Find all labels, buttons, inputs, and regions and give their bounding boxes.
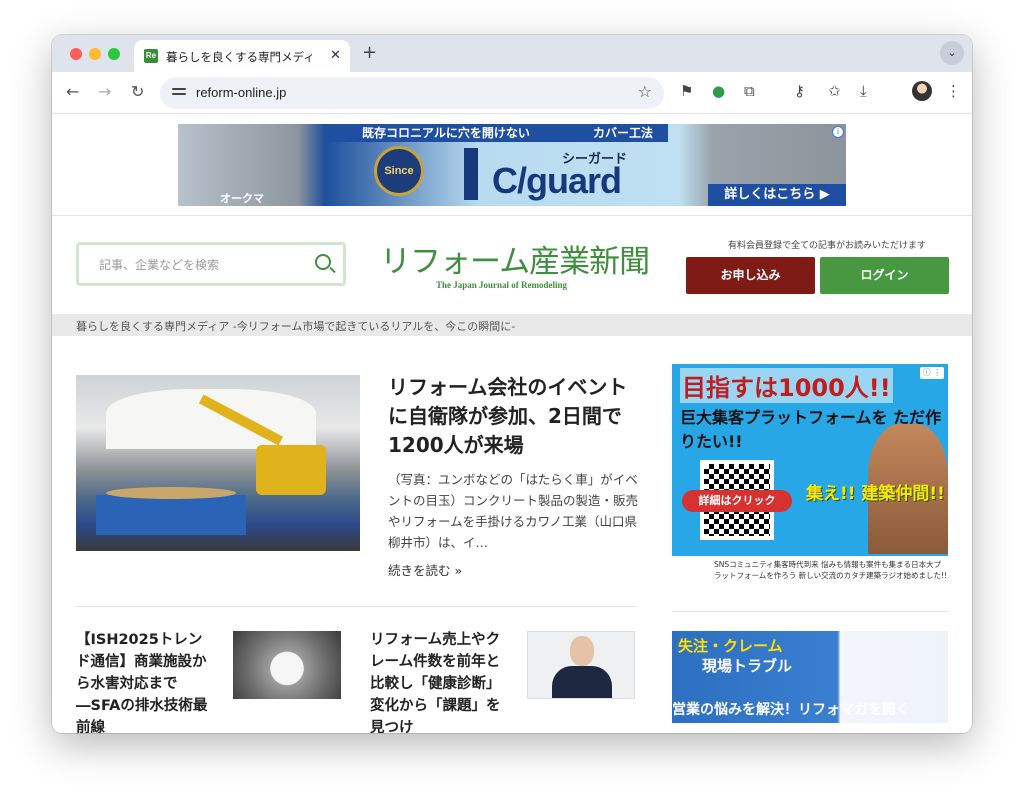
tab-strip: Re 暮らしを良くする専門メディア - ✕ + ⌄ — [52, 35, 972, 72]
search-box[interactable]: 記事、企業などを検索 — [76, 242, 346, 286]
close-window-button[interactable] — [70, 48, 82, 60]
photo-excavator-cab — [256, 445, 326, 495]
hero-article-excerpt: （写真：ユンボなどの「はたらく車」がイベントの目玉）コンクリート製品の製造・販売… — [388, 472, 639, 550]
maximize-window-button[interactable] — [108, 48, 120, 60]
article-card-thumbnail[interactable] — [233, 631, 341, 699]
browser-window: Re 暮らしを良くする専門メディア - ✕ + ⌄ ← → ↻ reform-o… — [52, 35, 972, 733]
apply-button[interactable]: お申し込み — [686, 257, 815, 294]
portrait-body — [552, 666, 612, 698]
tab-search-button[interactable]: ⌄ — [940, 41, 964, 65]
membership-note: 有料会員登録で全ての記事がお読みいただけます — [728, 241, 927, 251]
portrait-head — [570, 636, 594, 666]
search-input[interactable]: 記事、企業などを検索 — [99, 256, 219, 273]
ad-cta-button[interactable]: 詳しくはこちら ▶ — [708, 184, 846, 206]
active-tab[interactable]: Re 暮らしを良くする専門メディア - ✕ — [134, 40, 350, 72]
ad-line: 営業の悩みを解決！リフォマガを開く — [672, 702, 910, 718]
browser-toolbar: ← → ↻ reform-online.jp ☆ ⚑ ● ⧉ ⚷ ✩ ⤓ ⋮ — [52, 72, 972, 114]
ad-click-button[interactable]: 詳細はクリック — [682, 490, 792, 512]
new-tab-button[interactable]: + — [362, 42, 377, 63]
hero-article-photo[interactable] — [76, 375, 360, 551]
tab-close-icon[interactable]: ✕ — [330, 48, 341, 63]
reload-icon[interactable]: ↻ — [131, 82, 144, 101]
password-key-icon[interactable]: ⚷ — [794, 82, 805, 100]
site-favicon-icon: Re — [144, 49, 158, 63]
url-text[interactable]: reform-online.jp — [196, 85, 286, 100]
sidebar-ad-community[interactable]: 目指すは1000人!! 巨大集客プラットフォームを ただ作りたい!! 詳細はクリ… — [672, 364, 948, 594]
ad-line: 失注・クレーム — [678, 637, 783, 655]
ad-info-icon[interactable]: ⓘ ⋮ — [920, 367, 944, 379]
menu-icon[interactable]: ⋮ — [946, 82, 961, 100]
minimize-window-button[interactable] — [89, 48, 101, 60]
bookmark-star-icon[interactable]: ☆ — [638, 82, 652, 101]
extension-flag-icon[interactable]: ⚑ — [680, 82, 693, 100]
ad-footer-text: SNSコミュニティ集客時代到来 悩みも情報も案件も集まる日本大プラットフォームを… — [714, 560, 948, 580]
site-info-icon[interactable] — [172, 85, 186, 99]
ad-info-icon[interactable]: i — [832, 126, 844, 138]
login-button[interactable]: ログイン — [820, 257, 949, 294]
site-logo[interactable]: リフォーム産業新聞 — [380, 236, 650, 281]
tab-title: 暮らしを良くする専門メディア - — [166, 50, 316, 64]
evernote-icon[interactable]: ● — [712, 82, 725, 100]
site-logo-subtitle: The Japan Journal of Remodeling — [436, 280, 568, 290]
sidebar-ad-reformaga[interactable]: 失注・クレーム 現場トラブル 営業の悩みを解決！リフォマガを開く — [672, 631, 948, 723]
sidebar-divider — [672, 611, 948, 612]
web-page: 既存コロニアルに穴を開けない カバー工法 Since 2015 シーガード C/… — [52, 114, 972, 733]
ad-brand: C/guard — [492, 160, 622, 201]
extension-icon[interactable]: ⧉ — [744, 82, 755, 100]
article-card-thumbnail[interactable] — [527, 631, 635, 699]
bookmark-icon[interactable]: ✩ — [828, 82, 841, 100]
back-icon[interactable]: ← — [66, 82, 79, 101]
ad-maker: オークマ — [220, 192, 264, 205]
article-divider — [76, 606, 636, 607]
top-banner-ad[interactable]: 既存コロニアルに穴を開けない カバー工法 Since 2015 シーガード C/… — [178, 124, 846, 206]
article-card-title[interactable]: 【ISH2025トレンド通信】商業施設から水害対応まで―SFAの排水技術最前線 — [76, 629, 216, 733]
hero-article-title[interactable]: リフォーム会社のイベントに自衛隊が参加、2日間で1200人が来場 — [388, 373, 638, 460]
profile-avatar[interactable] — [912, 81, 932, 101]
ad-accent-bar — [464, 148, 478, 200]
photo-sandbox — [96, 495, 246, 535]
address-bar[interactable]: reform-online.jp ☆ — [160, 77, 664, 109]
photo-sand — [106, 487, 236, 499]
ad-line: 現場トラブル — [702, 657, 793, 675]
download-icon[interactable]: ⤓ — [860, 82, 867, 100]
forward-icon[interactable]: → — [98, 82, 111, 101]
ad-seal: Since 2015 — [374, 146, 424, 196]
read-more-link[interactable]: 続きを読む » — [388, 560, 462, 579]
ad-method: カバー工法 — [578, 124, 668, 142]
ad-footer: SNSコミュニティ集客時代到来 悩みも情報も案件も集まる日本大プラットフォームを… — [672, 556, 948, 594]
tagline-bar: 暮らしを良くする専門メディア -今リフォーム市場で起きているリアルを、今この瞬間… — [52, 314, 972, 336]
article-card-title[interactable]: リフォーム売上やクレーム件数を前年と比較し「健康診断」 変化から「課題」を見つけ — [370, 629, 510, 733]
ad-title: 目指すは1000人!! — [680, 368, 893, 403]
site-tagline: 暮らしを良くする専門メディア -今リフォーム市場で起きているリアルを、今この瞬間… — [76, 320, 516, 333]
search-icon[interactable] — [315, 254, 331, 270]
ad-cta: 集え!! 建築仲間!! — [806, 484, 945, 504]
header-separator — [52, 215, 972, 216]
